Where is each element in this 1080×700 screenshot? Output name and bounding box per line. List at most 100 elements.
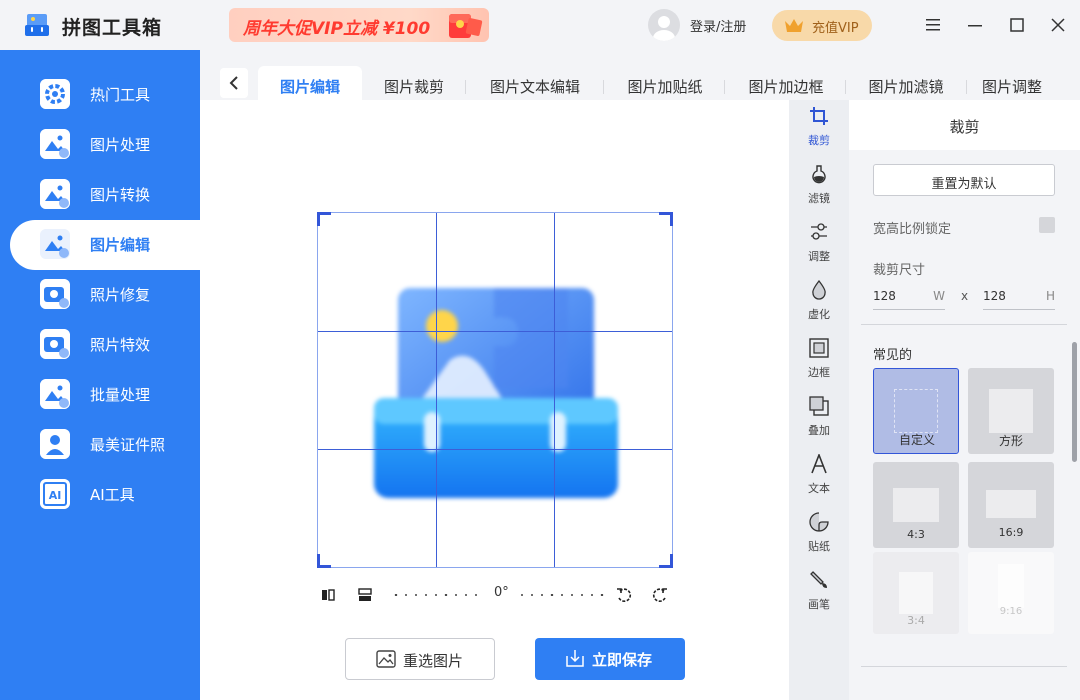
crop-handle-top-right[interactable] xyxy=(659,212,673,226)
rotate-right-icon[interactable] xyxy=(651,586,669,604)
ratio-label: 16:9 xyxy=(998,526,1024,539)
crop-icon xyxy=(810,107,828,125)
sidebar-item-batch[interactable]: 批量处理 xyxy=(0,370,200,420)
ratio-label: 9:16 xyxy=(999,606,1023,617)
toolbox-image-preview xyxy=(374,288,618,498)
ratio-9-16[interactable]: 9:16 xyxy=(968,552,1054,634)
tool-label: 调整 xyxy=(808,250,830,263)
aspect-lock-checkbox[interactable] xyxy=(1039,217,1055,233)
crop-height-unit: H xyxy=(1045,289,1055,303)
rotation-slider-right[interactable] xyxy=(520,594,604,596)
tab-image-filter[interactable]: 图片加滤镜 xyxy=(851,66,961,100)
ratio-square[interactable]: 方形 xyxy=(968,368,1054,454)
login-link[interactable]: 登录/注册 xyxy=(690,16,746,35)
sidebar-item-label: 照片修复 xyxy=(90,286,151,304)
text-icon xyxy=(811,454,827,474)
crop-box[interactable] xyxy=(317,212,673,568)
tool-text[interactable]: 文本 xyxy=(789,448,849,504)
vip-label: 充值VIP xyxy=(812,21,859,36)
flip-horizontal-icon[interactable] xyxy=(319,586,337,604)
ratio-preview xyxy=(894,389,938,433)
panel-scrollbar[interactable] xyxy=(1072,342,1077,462)
tool-label: 贴纸 xyxy=(808,540,830,553)
ratio-label: 4:3 xyxy=(907,528,925,541)
ratio-4-3[interactable]: 4:3 xyxy=(873,462,959,548)
sidebar-item-label: 图片转换 xyxy=(90,186,151,204)
tool-label: 裁剪 xyxy=(808,134,830,147)
tab-image-crop[interactable]: 图片裁剪 xyxy=(368,66,460,100)
id-photo-icon xyxy=(40,429,70,459)
tool-blur[interactable]: 虚化 xyxy=(789,274,849,330)
sidebar-item-photo-repair[interactable]: 照片修复 xyxy=(0,270,200,320)
crop-handle-bottom-right[interactable] xyxy=(659,554,673,568)
reselect-image-button[interactable]: 重选图片 xyxy=(345,638,495,680)
back-arrow-icon[interactable] xyxy=(220,68,248,98)
tool-crop[interactable]: 裁剪 xyxy=(789,100,849,156)
crop-grid-line xyxy=(318,449,672,450)
crop-width-field[interactable]: 128 W xyxy=(873,288,945,310)
maximize-icon[interactable] xyxy=(1006,14,1028,36)
tool-border[interactable]: 边框 xyxy=(789,332,849,388)
aspect-lock-label: 宽高比例锁定 xyxy=(873,222,952,237)
image-icon xyxy=(376,650,396,668)
download-icon xyxy=(566,650,584,667)
tool-brush[interactable]: 画笔 xyxy=(789,564,849,620)
sidebar-item-image-process[interactable]: 图片处理 xyxy=(0,120,200,170)
save-button[interactable]: 立即保存 xyxy=(535,638,685,680)
crop-width-value: 128 xyxy=(873,289,896,303)
sidebar-item-label: 图片处理 xyxy=(90,136,151,154)
crop-settings-panel: 裁剪 重置为默认 宽高比例锁定 裁剪尺寸 128 W x 128 H 常见的 自… xyxy=(849,100,1080,700)
ratio-custom[interactable]: 自定义 xyxy=(873,368,959,454)
tab-image-text[interactable]: 图片文本编辑 xyxy=(472,66,598,100)
tab-divider xyxy=(845,80,846,94)
panel-title: 裁剪 xyxy=(849,100,1080,150)
overlay-icon xyxy=(809,396,829,416)
camera-add-icon xyxy=(40,279,70,309)
tab-image-adjust[interactable]: 图片调整 xyxy=(972,66,1052,100)
crop-handle-top-left[interactable] xyxy=(317,212,331,226)
ratio-label: 方形 xyxy=(998,434,1023,448)
menu-icon[interactable] xyxy=(922,14,944,36)
tab-image-edit[interactable]: 图片编辑 xyxy=(258,66,362,100)
tool-overlay[interactable]: 叠加 xyxy=(789,390,849,446)
tab-image-sticker[interactable]: 图片加贴纸 xyxy=(610,66,720,100)
minimize-icon[interactable] xyxy=(964,14,986,36)
save-label: 立即保存 xyxy=(592,651,653,669)
tab-image-border[interactable]: 图片加边框 xyxy=(731,66,841,100)
sidebar-item-id-photo[interactable]: 最美证件照 xyxy=(0,420,200,470)
avatar[interactable] xyxy=(648,9,680,41)
vip-button[interactable]: 充值VIP xyxy=(772,10,872,41)
image-process-icon xyxy=(40,129,70,159)
sidebar-item-photo-effects[interactable]: 照片特效 xyxy=(0,320,200,370)
flip-vertical-icon[interactable] xyxy=(356,586,374,604)
sidebar-item-hot-tools[interactable]: 热门工具 xyxy=(0,70,200,120)
tab-divider xyxy=(465,80,466,94)
ratio-preview xyxy=(998,564,1024,608)
crop-height-value: 128 xyxy=(983,289,1006,303)
crop-width-unit: W xyxy=(933,289,945,303)
divider xyxy=(861,324,1067,325)
crop-grid-line xyxy=(436,213,437,567)
close-icon[interactable] xyxy=(1047,14,1069,36)
sidebar-item-image-convert[interactable]: 图片转换 xyxy=(0,170,200,220)
ratio-3-4[interactable]: 3:4 xyxy=(873,552,959,634)
crop-height-field[interactable]: 128 H xyxy=(983,288,1055,310)
ratio-16-9[interactable]: 16:9 xyxy=(968,462,1054,548)
sidebar-item-ai-tools[interactable]: AI AI工具 xyxy=(0,470,200,520)
tool-adjust[interactable]: 调整 xyxy=(789,216,849,272)
rotate-left-icon[interactable] xyxy=(615,586,633,604)
tool-sticker[interactable]: 贴纸 xyxy=(789,506,849,562)
crop-handle-bottom-left[interactable] xyxy=(317,554,331,568)
rotation-slider-left[interactable] xyxy=(394,594,478,596)
sidebar-item-image-edit[interactable]: 图片编辑 xyxy=(10,220,200,270)
app-title: 拼图工具箱 xyxy=(62,17,163,39)
sidebar-item-label: 批量处理 xyxy=(90,386,151,404)
tool-label: 边框 xyxy=(808,366,830,379)
sidebar-item-label: AI工具 xyxy=(90,486,135,504)
tool-label: 叠加 xyxy=(808,424,830,437)
image-convert-icon xyxy=(40,179,70,209)
brush-icon xyxy=(810,571,827,588)
tool-filter[interactable]: 滤镜 xyxy=(789,158,849,214)
reset-default-button[interactable]: 重置为默认 xyxy=(873,164,1055,196)
promo-banner[interactable]: 周年大促VIP立减 ¥100 xyxy=(229,8,489,42)
